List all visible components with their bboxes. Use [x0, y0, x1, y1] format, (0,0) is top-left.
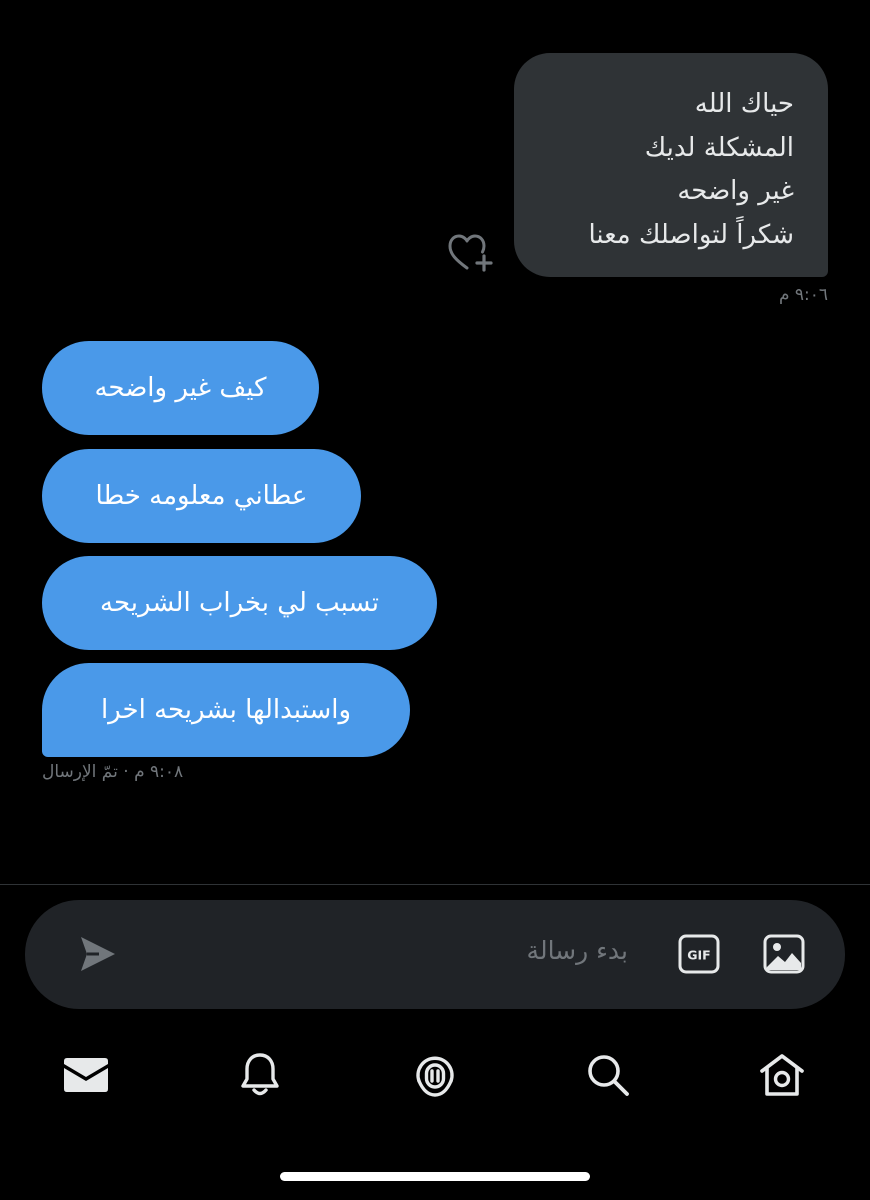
message-input-placeholder[interactable]: بدء رسالة — [527, 936, 628, 965]
search-icon — [588, 1055, 629, 1096]
spaces-icon — [416, 1056, 454, 1097]
sent-message-bubble[interactable]: واستبدالها بشريحه اخرا — [42, 663, 410, 757]
gif-button[interactable]: GIF — [678, 933, 720, 975]
gif-icon: GIF — [678, 934, 720, 974]
sent-message-bubble[interactable]: عطاني معلومه خطا — [42, 449, 361, 543]
tab-search[interactable] — [581, 1048, 635, 1102]
bell-icon — [241, 1053, 279, 1096]
conversation-area: حياك الله المشكلة لديك غير واضحه شكراً ل… — [0, 0, 870, 884]
heart-plus-icon — [448, 234, 493, 272]
bottom-tab-bar — [0, 1030, 870, 1130]
add-reaction-button[interactable] — [446, 232, 494, 274]
received-message-line: غير واضحه — [677, 176, 794, 206]
sent-message-bubble[interactable]: كيف غير واضحه — [42, 341, 319, 435]
received-message-bubble[interactable]: حياك الله المشكلة لديك غير واضحه شكراً ل… — [514, 53, 828, 277]
home-indicator[interactable] — [280, 1172, 590, 1181]
message-composer[interactable]: بدء رسالة GIF — [25, 900, 845, 1009]
tab-spaces[interactable] — [408, 1048, 462, 1102]
received-message-line: المشكلة لديك — [644, 132, 794, 163]
gif-label: GIF — [687, 948, 710, 963]
received-message-line: شكراً لتواصلك معنا — [588, 219, 795, 250]
send-icon — [81, 937, 115, 971]
sent-message-status: ٩:٠٨ م · تمّ الإرسال — [42, 762, 184, 782]
tab-messages[interactable] — [59, 1048, 113, 1102]
sent-message-bubble[interactable]: تسبب لي بخراب الشريحه — [42, 556, 437, 650]
tab-notifications[interactable] — [233, 1048, 287, 1102]
tab-home[interactable] — [755, 1048, 809, 1102]
received-message-time: ٩:٠٦ م — [778, 285, 828, 305]
home-icon — [760, 1054, 804, 1096]
mail-icon — [64, 1058, 108, 1092]
image-button[interactable] — [763, 933, 805, 975]
received-message-line: حياك الله — [694, 89, 794, 119]
divider — [0, 884, 870, 885]
image-icon — [763, 934, 805, 974]
send-button[interactable] — [77, 933, 119, 975]
